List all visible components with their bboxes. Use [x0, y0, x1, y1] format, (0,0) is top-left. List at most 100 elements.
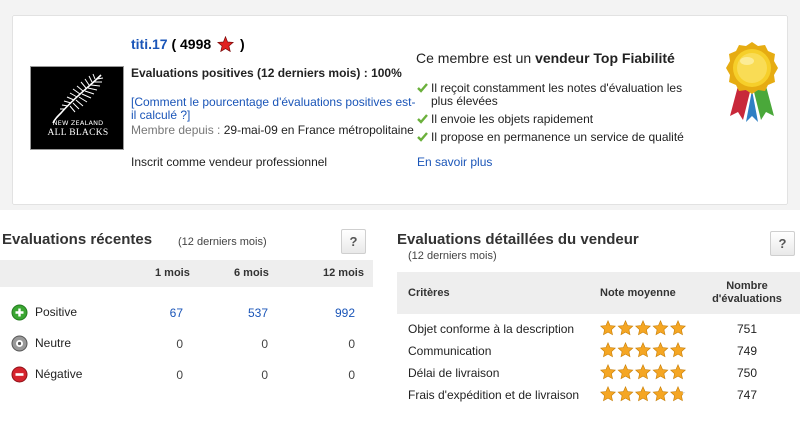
star-icon	[635, 386, 651, 402]
rating-count: 750	[736, 366, 758, 380]
criterion-label: Objet conforme à la description	[408, 322, 575, 336]
rating-stars	[600, 364, 690, 380]
star-icon	[652, 320, 669, 336]
red-star-icon[interactable]	[217, 35, 235, 55]
star-icon	[617, 342, 634, 358]
rating-count: 749	[736, 344, 758, 358]
star-icon	[652, 342, 669, 358]
top-seller-title: Ce membre est un vendeur Top Fiabilité	[416, 50, 675, 66]
rating-count: 751	[736, 322, 758, 336]
criterion-label: Communication	[408, 344, 492, 358]
col-header-1-month: 1 mois	[155, 267, 190, 279]
star-icon	[670, 342, 686, 358]
positive-12-months-link[interactable]: 992	[315, 306, 355, 320]
table-row-neutral: Neutre 0 0 0	[0, 328, 373, 358]
logo-text: ALL BLACKS	[47, 128, 109, 138]
seller-logo: NEW ZEALAND ALL BLACKS	[30, 66, 124, 150]
star-icon	[635, 342, 651, 358]
positive-6-months-link[interactable]: 537	[228, 306, 268, 320]
benefit-item: Il envoie les objets rapidement	[417, 113, 707, 126]
how-calculated-link[interactable]: [Comment le pourcentage d'évaluations po…	[131, 96, 416, 122]
learn-more-link[interactable]: En savoir plus	[417, 155, 492, 169]
top-seller-medal-icon	[718, 38, 786, 124]
star-icon	[617, 320, 634, 336]
detail-row: Communication 749	[397, 340, 800, 362]
neutral-circle-icon	[11, 335, 28, 355]
top-seller-benefits: Il reçoit constamment les notes d'évalua…	[417, 82, 707, 149]
username-row: titi.17 ( 4998 )	[131, 35, 245, 55]
star-rating-svg	[600, 320, 686, 336]
rating-count: 747	[736, 388, 758, 402]
detailed-evaluations-period: (12 derniers mois)	[408, 250, 497, 262]
star-icon	[635, 364, 651, 380]
logo-text: NEW ZEALAND	[52, 119, 104, 127]
col-header-12-months: 12 mois	[323, 267, 364, 279]
recent-table-header: 1 mois 6 mois 12 mois	[0, 260, 373, 287]
check-icon	[417, 83, 428, 96]
panel-background	[0, 0, 12, 210]
star-icon	[600, 342, 616, 358]
col-header-6-months: 6 mois	[234, 267, 269, 279]
username-link[interactable]: titi.17	[131, 36, 168, 52]
neutral-12-months: 0	[348, 337, 355, 351]
benefit-item: Il propose en permanence un service de q…	[417, 131, 707, 144]
rating-stars	[600, 386, 690, 402]
benefit-text: Il reçoit constamment les notes d'évalua…	[431, 81, 683, 108]
star-icon	[670, 386, 686, 402]
panel-background	[0, 205, 800, 210]
member-since-value: 29-mai-09 en France métropolitaine	[223, 123, 414, 137]
star-icon	[635, 320, 651, 336]
recent-help-button[interactable]: ?	[341, 229, 366, 254]
detail-row: Objet conforme à la description 751	[397, 318, 800, 340]
detailed-table-header: Critères Note moyenne Nombre d'évaluatio…	[397, 272, 800, 314]
positive-1-month-link[interactable]: 67	[143, 306, 183, 320]
positive-evaluations-percent: Evaluations positives (12 derniers mois)…	[131, 66, 402, 80]
col-header-count: Nombre d'évaluations	[712, 280, 782, 305]
col-header-average-rating: Note moyenne	[600, 287, 676, 299]
star-icon	[617, 386, 634, 402]
star-rating-svg	[600, 342, 686, 358]
star-icon	[670, 364, 686, 380]
detail-row: Frais d'expédition et de livraison 747	[397, 384, 800, 406]
detailed-evaluations-title: Evaluations détaillées du vendeur	[397, 231, 639, 248]
check-icon	[417, 114, 428, 127]
star-icon	[652, 386, 669, 402]
row-label: Négative	[35, 367, 83, 381]
rating-stars	[600, 320, 690, 336]
minus-circle-icon	[11, 366, 28, 386]
member-since: Membre depuis : 29-mai-09 en France métr…	[131, 124, 416, 137]
star-rating-svg	[600, 364, 686, 380]
feedback-score: ( 4998	[171, 36, 212, 52]
panel-background	[0, 0, 800, 15]
col-header-criteria: Critères	[408, 287, 450, 299]
table-row-negative: Négative 0 0 0	[0, 359, 373, 389]
row-label: Neutre	[35, 336, 72, 350]
star-icon	[600, 364, 616, 380]
detailed-help-button[interactable]: ?	[770, 231, 795, 256]
panel-background	[788, 0, 800, 210]
member-since-label: Membre depuis :	[131, 123, 221, 137]
star-icon	[600, 386, 616, 402]
top-seller-title-bold: vendeur Top Fiabilité	[535, 50, 675, 66]
star-icon	[670, 320, 686, 336]
star-icon	[600, 320, 616, 336]
star-icon	[617, 364, 634, 380]
negative-12-months: 0	[348, 368, 355, 382]
neutral-6-months: 0	[261, 337, 268, 351]
professional-seller-note: Inscrit comme vendeur professionnel	[131, 155, 328, 169]
top-seller-title-prefix: Ce membre est un	[416, 50, 532, 66]
table-row-positive: Positive 67 537 992	[0, 297, 373, 327]
criterion-label: Frais d'expédition et de livraison	[408, 388, 580, 402]
row-label: Positive	[35, 305, 78, 319]
plus-circle-icon	[11, 304, 28, 324]
rating-stars	[600, 342, 690, 358]
criterion-label: Délai de livraison	[408, 366, 500, 380]
benefit-item: Il reçoit constamment les notes d'évalua…	[417, 82, 707, 108]
detail-row: Délai de livraison 750	[397, 362, 800, 384]
negative-6-months: 0	[261, 368, 268, 382]
star-rating-svg	[600, 386, 686, 402]
check-icon	[417, 132, 428, 145]
benefit-text: Il propose en permanence un service de q…	[431, 130, 684, 144]
silver-fern-icon	[52, 73, 104, 124]
benefit-text: Il envoie les objets rapidement	[431, 112, 594, 126]
